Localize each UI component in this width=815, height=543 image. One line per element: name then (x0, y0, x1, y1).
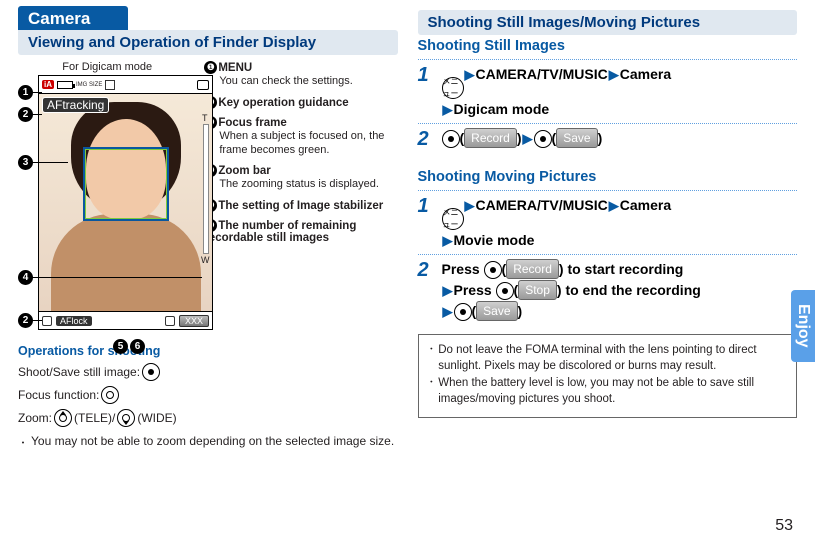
img-size-indicator: IMG SIZE (76, 82, 102, 88)
finder-preview: AFtracking (39, 94, 212, 311)
legend-item-1: ❶MENUYou can check the settings. (204, 61, 397, 89)
callout-2a: 2 (18, 107, 33, 122)
record-button-label: Record (506, 259, 559, 279)
legend-item-2: ❷Key operation guidance (204, 96, 397, 109)
save-button-label: Save (476, 301, 517, 321)
camera-section-header: Camera (18, 6, 128, 30)
fine-indicator (105, 80, 115, 90)
callout-1: 1 (18, 85, 33, 100)
op-focus: Focus function: (18, 386, 398, 404)
aflock-tag: AFlock (56, 316, 92, 326)
callout-3: 3 (18, 155, 33, 170)
finder-diagram: iA IMG SIZE AFtracking (18, 75, 196, 330)
aftracking-tag: AFtracking (43, 98, 108, 112)
center-key-icon (454, 303, 472, 321)
still-step-1: 1 メニュー▶CAMERA/TV/MUSIC▶Camera ▶Digicam m… (418, 64, 798, 120)
still-step-2: 2 (Record)▶(Save) (418, 128, 798, 151)
nav-up-icon (54, 409, 72, 427)
battery-icon (57, 81, 73, 89)
center-key-icon (442, 130, 460, 148)
viewing-section-title: Viewing and Operation of Finder Display (18, 30, 398, 55)
status-bar: iA IMG SIZE (39, 76, 212, 94)
page-number: 53 (775, 517, 793, 535)
stop-button-label: Stop (518, 280, 557, 300)
zoom-bar (203, 124, 209, 254)
moving-pictures-title: Shooting Moving Pictures (418, 169, 798, 185)
center-key-icon (496, 282, 514, 300)
callout-4: 4 (18, 270, 33, 285)
callout-6: 6 (130, 339, 145, 354)
center-key-icon (142, 363, 160, 381)
callout-5: 5 (113, 339, 128, 354)
center-key-icon (484, 261, 502, 279)
menu-button-icon: メニュー (442, 77, 464, 99)
operations-title: Operations for shooting (18, 344, 398, 358)
record-button-label: Record (464, 128, 517, 148)
legend-item-5: ❺The setting of Image stabilizer (204, 199, 397, 212)
save-button-label: Save (556, 128, 597, 148)
warning-box: ･Do not leave the FOMA terminal with the… (418, 334, 798, 418)
legend-item-3: ❸Focus frameWhen a subject is focused on… (204, 116, 397, 158)
legend-item-4: ❹Zoom barThe zooming status is displayed… (204, 164, 397, 192)
op-shoot: Shoot/Save still image: (18, 363, 398, 381)
nav-down-icon (117, 409, 135, 427)
menu-button-icon: メニュー (442, 208, 464, 230)
focus-frame (85, 149, 167, 219)
bottom-bar: AFlock XXX (39, 311, 212, 329)
movie-step-1: 1 メニュー▶CAMERA/TV/MUSIC▶Camera ▶Movie mod… (418, 195, 798, 251)
camera-icon (197, 80, 209, 90)
still-images-title: Shooting Still Images (418, 38, 798, 54)
legend-item-6: ❻The number of remaining recordable stil… (204, 219, 397, 244)
shooting-section-title: Shooting Still Images/Moving Pictures (418, 10, 798, 35)
zoom-note: ･You may not be able to zoom depending o… (18, 434, 398, 451)
focus-key-icon (101, 386, 119, 404)
finder-legend: ❶MENUYou can check the settings. ❷Key op… (204, 61, 397, 330)
callout-2b: 2 (18, 313, 33, 328)
ia-mode-icon: iA (42, 80, 54, 89)
side-tab-enjoy: Enjoy (791, 290, 815, 362)
movie-step-2: 2 Press (Record) to start recording ▶Pre… (418, 259, 798, 322)
stabilizer-icon (165, 316, 175, 326)
bottom-icon-1 (42, 316, 52, 326)
op-zoom: Zoom: (TELE)/(WIDE) (18, 409, 398, 427)
finder-caption: For Digicam mode (18, 61, 196, 73)
center-key-icon (534, 130, 552, 148)
remaining-count: XXX (179, 315, 209, 327)
